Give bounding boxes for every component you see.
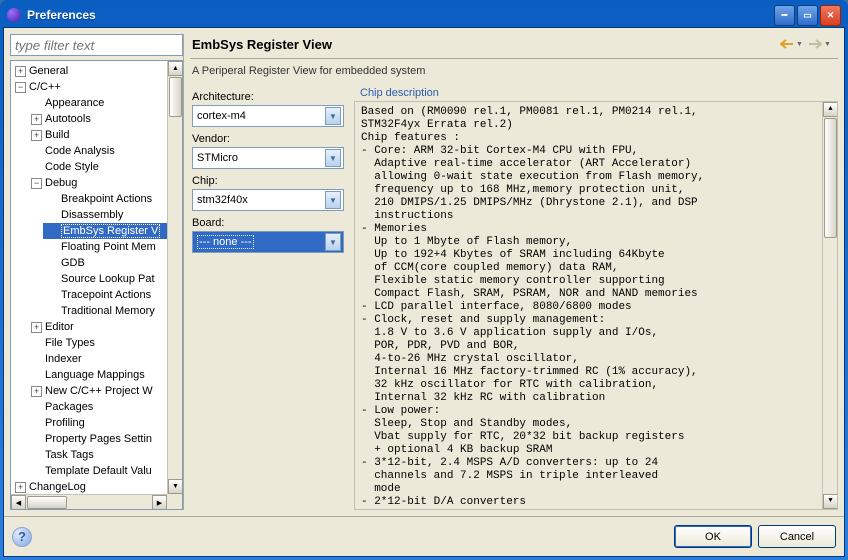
footer: ? OK Cancel xyxy=(4,516,844,556)
tree-source-lookup[interactable]: Source Lookup Pat xyxy=(61,273,155,285)
tree-changelog[interactable]: ChangeLog xyxy=(29,481,86,493)
cancel-button[interactable]: Cancel xyxy=(758,525,836,548)
vendor-label: Vendor: xyxy=(192,133,344,145)
tree-task-tags[interactable]: Task Tags xyxy=(45,449,94,461)
titlebar[interactable]: Preferences ━ ▭ ✕ xyxy=(3,3,845,27)
tree-code-analysis[interactable]: Code Analysis xyxy=(45,145,115,157)
nav-back-button[interactable] xyxy=(778,36,796,52)
tree-new-cpp-project[interactable]: New C/C++ Project W xyxy=(45,385,153,397)
chip-description-title: Chip description xyxy=(360,87,838,101)
architecture-label: Architecture: xyxy=(192,91,344,103)
board-combo[interactable]: --- none --- xyxy=(192,231,344,253)
tree-debug[interactable]: Debug xyxy=(45,177,77,189)
tree-profiling[interactable]: Profiling xyxy=(45,417,85,429)
tree-tracepoint-actions[interactable]: Tracepoint Actions xyxy=(61,289,151,301)
filter-input[interactable] xyxy=(10,34,183,56)
tree-template-defaults[interactable]: Template Default Valu xyxy=(45,465,152,477)
chevron-down-icon[interactable] xyxy=(325,233,341,251)
page-subtitle: A Periperal Register View for embedded s… xyxy=(190,59,838,87)
window-title: Preferences xyxy=(27,8,772,22)
tree-cpp[interactable]: C/C++ xyxy=(29,81,61,93)
ok-button[interactable]: OK xyxy=(674,525,752,548)
page-title: EmbSys Register View xyxy=(192,37,778,52)
tree-general[interactable]: General xyxy=(29,65,68,77)
left-pane: +General −C/C++ Appearance +Autotools +B… xyxy=(10,34,184,510)
expand-icon[interactable]: + xyxy=(15,482,26,493)
tree-packages[interactable]: Packages xyxy=(45,401,93,413)
tree-indexer[interactable]: Indexer xyxy=(45,353,82,365)
tree-build[interactable]: Build xyxy=(45,129,69,141)
help-button[interactable]: ? xyxy=(12,527,32,547)
maximize-button[interactable]: ▭ xyxy=(797,5,818,26)
right-pane: EmbSys Register View ▼ ▼ A Periperal Reg… xyxy=(190,34,838,510)
chip-combo[interactable]: stm32f40x xyxy=(192,189,344,211)
chip-label: Chip: xyxy=(192,175,344,187)
collapse-icon[interactable]: − xyxy=(31,178,42,189)
tree-property-pages[interactable]: Property Pages Settin xyxy=(45,433,152,445)
minimize-button[interactable]: ━ xyxy=(774,5,795,26)
chevron-down-icon[interactable] xyxy=(325,191,341,209)
client-area: +General −C/C++ Appearance +Autotools +B… xyxy=(3,27,845,557)
tree-appearance[interactable]: Appearance xyxy=(45,97,104,109)
tree-code-style[interactable]: Code Style xyxy=(45,161,99,173)
tree-embsys-register-view[interactable]: EmbSys Register V xyxy=(61,224,160,238)
expand-icon[interactable]: + xyxy=(15,66,26,77)
tree-scrollbar-horizontal[interactable]: ◀▶ xyxy=(11,494,167,509)
nav-forward-button[interactable] xyxy=(806,36,824,52)
tree-language-mappings[interactable]: Language Mappings xyxy=(45,369,145,381)
nav-forward-menu[interactable]: ▼ xyxy=(824,41,834,48)
expand-icon[interactable]: + xyxy=(31,322,42,333)
tree-container: +General −C/C++ Appearance +Autotools +B… xyxy=(10,60,183,510)
close-button[interactable]: ✕ xyxy=(820,5,841,26)
collapse-icon[interactable]: − xyxy=(15,82,26,93)
tree-gdb[interactable]: GDB xyxy=(61,257,85,269)
chip-description-text[interactable]: Based on (RM0090 rel.1, PM0081 rel.1, PM… xyxy=(354,101,838,510)
chip-description-group: Chip description Based on (RM0090 rel.1,… xyxy=(354,87,838,510)
expand-icon[interactable]: + xyxy=(31,130,42,141)
tree-editor[interactable]: Editor xyxy=(45,321,74,333)
chevron-down-icon[interactable] xyxy=(325,107,341,125)
tree-disassembly[interactable]: Disassembly xyxy=(61,209,123,221)
board-label: Board: xyxy=(192,217,344,229)
tree-scrollbar-vertical[interactable]: ▲▼ xyxy=(167,61,182,494)
description-scrollbar[interactable]: ▲▼ xyxy=(822,102,837,509)
nav-back-menu[interactable]: ▼ xyxy=(796,41,806,48)
tree-autotools[interactable]: Autotools xyxy=(45,113,91,125)
tree-traditional-memory[interactable]: Traditional Memory xyxy=(61,305,155,317)
expand-icon[interactable]: + xyxy=(31,114,42,125)
preferences-tree[interactable]: +General −C/C++ Appearance +Autotools +B… xyxy=(11,61,167,497)
tree-file-types[interactable]: File Types xyxy=(45,337,95,349)
tree-floating-point[interactable]: Floating Point Mem xyxy=(61,241,156,253)
tree-breakpoint-actions[interactable]: Breakpoint Actions xyxy=(61,193,152,205)
architecture-combo[interactable]: cortex-m4 xyxy=(192,105,344,127)
preferences-window: Preferences ━ ▭ ✕ +General −C/C++ Appear… xyxy=(0,0,848,560)
chevron-down-icon[interactable] xyxy=(325,149,341,167)
expand-icon[interactable]: + xyxy=(31,386,42,397)
eclipse-icon xyxy=(7,8,21,22)
vendor-combo[interactable]: STMicro xyxy=(192,147,344,169)
